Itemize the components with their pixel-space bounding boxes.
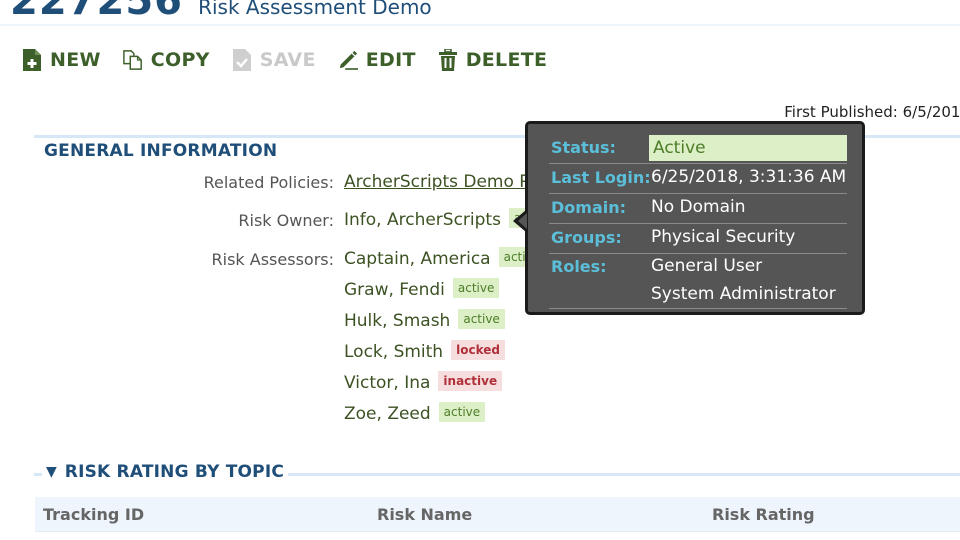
groups-key: Groups: bbox=[551, 228, 622, 247]
status-badge: active bbox=[438, 402, 486, 422]
assessor-name[interactable]: Zoe, Zeed bbox=[344, 404, 431, 424]
collapse-triangle-icon[interactable]: ▼ bbox=[46, 464, 57, 480]
role-item: System Administrator bbox=[651, 284, 836, 304]
copy-label: COPY bbox=[150, 49, 210, 71]
status-badge: inactive bbox=[438, 371, 503, 391]
copy-button[interactable]: COPY bbox=[122, 49, 210, 71]
tooltip-row-status: Status: Active bbox=[549, 135, 847, 164]
assessor-name[interactable]: Lock, Smith bbox=[344, 342, 443, 362]
edit-label: EDIT bbox=[365, 49, 416, 71]
domain-value: No Domain bbox=[651, 197, 746, 217]
new-label: NEW bbox=[50, 49, 101, 71]
record-title: 227256 Risk Assessment Demo bbox=[10, 0, 432, 24]
list-item: Hulk, Smash active bbox=[344, 309, 505, 331]
risk-assessors-label: Risk Assessors: bbox=[211, 250, 334, 269]
user-info-tooltip: Status: Active Last Login: 6/25/2018, 3:… bbox=[525, 121, 865, 315]
first-published: First Published: 6/5/2018 bbox=[784, 103, 960, 121]
list-item: Captain, America active bbox=[344, 247, 546, 269]
new-button[interactable]: NEW bbox=[22, 49, 101, 71]
delete-button[interactable]: DELETE bbox=[438, 49, 548, 71]
assessor-name[interactable]: Graw, Fendi bbox=[344, 280, 445, 300]
risk-owner-label: Risk Owner: bbox=[238, 211, 334, 230]
related-policies-label: Related Policies: bbox=[203, 173, 334, 192]
record-name: Risk Assessment Demo bbox=[198, 0, 432, 19]
delete-label: DELETE bbox=[465, 49, 548, 71]
risk-rating-header[interactable]: ▼ RISK RATING BY TOPIC bbox=[42, 462, 289, 482]
domain-key: Domain: bbox=[551, 198, 627, 217]
record-toolbar: NEW COPY SAVE EDIT DELETE bbox=[22, 49, 569, 71]
last-login-value: 6/25/2018, 3:31:36 AM bbox=[651, 167, 847, 187]
groups-value: Physical Security bbox=[651, 227, 796, 247]
tooltip-row-last-login: Last Login: 6/25/2018, 3:31:36 AM bbox=[549, 164, 847, 194]
status-key: Status: bbox=[551, 138, 616, 157]
record-id: 227256 bbox=[10, 0, 183, 24]
status-badge: active bbox=[452, 278, 500, 298]
status-badge: active bbox=[458, 309, 505, 329]
risk-rating-table-header: Tracking ID Risk Name Risk Rating bbox=[35, 497, 960, 532]
status-badge: locked bbox=[451, 340, 505, 360]
assessor-name[interactable]: Victor, Ina bbox=[344, 373, 430, 393]
save-button[interactable]: SAVE bbox=[232, 49, 316, 71]
tooltip-arrow-fill bbox=[518, 213, 527, 229]
save-label: SAVE bbox=[259, 49, 316, 71]
assessor-name[interactable]: Captain, America bbox=[344, 249, 491, 269]
tooltip-row-roles: Roles: General User System Administrator bbox=[549, 254, 847, 309]
tooltip-row-domain: Domain: No Domain bbox=[549, 194, 847, 224]
list-item: Lock, Smith locked bbox=[344, 340, 505, 362]
list-item: Graw, Fendi active bbox=[344, 278, 500, 300]
status-value: Active bbox=[649, 135, 847, 161]
trash-icon bbox=[438, 49, 457, 71]
list-item: Zoe, Zeed active bbox=[344, 402, 486, 424]
tooltip-row-groups: Groups: Physical Security bbox=[549, 224, 847, 254]
last-login-key: Last Login: bbox=[551, 168, 651, 187]
list-item: Victor, Ina inactive bbox=[344, 371, 503, 393]
assessor-name[interactable]: Hulk, Smash bbox=[344, 311, 450, 331]
roles-key: Roles: bbox=[551, 257, 607, 276]
save-file-check-icon bbox=[232, 49, 251, 71]
risk-owner-name[interactable]: Info, ArcherScripts bbox=[344, 210, 501, 230]
column-header-tracking-id[interactable]: Tracking ID bbox=[43, 505, 144, 524]
general-information-heading: GENERAL INFORMATION bbox=[44, 141, 278, 161]
new-file-icon bbox=[23, 49, 41, 71]
title-divider bbox=[0, 24, 960, 26]
risk-rating-heading: RISK RATING BY TOPIC bbox=[64, 462, 285, 482]
pencil-icon bbox=[339, 50, 358, 70]
role-item: General User bbox=[651, 256, 763, 276]
column-header-risk-rating[interactable]: Risk Rating bbox=[712, 505, 815, 524]
copy-icon bbox=[122, 50, 142, 70]
edit-button[interactable]: EDIT bbox=[338, 49, 416, 71]
column-header-risk-name[interactable]: Risk Name bbox=[377, 505, 472, 524]
